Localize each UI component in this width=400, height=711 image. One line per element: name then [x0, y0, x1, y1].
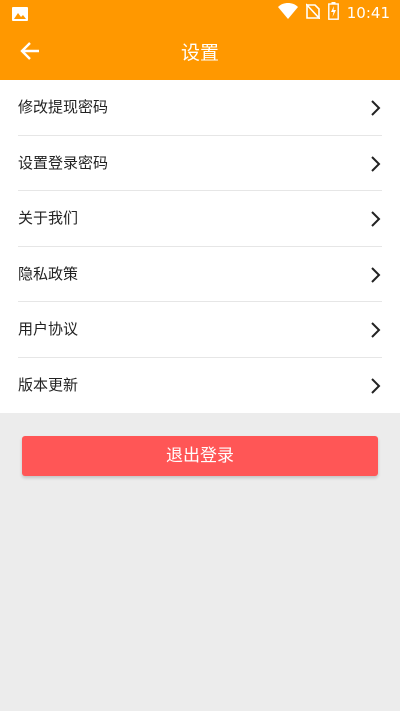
image-icon [12, 6, 28, 21]
battery-charging-icon [327, 2, 339, 24]
menu-item-label: 关于我们 [18, 209, 79, 227]
no-sim-icon [305, 3, 321, 23]
menu-item-change-withdraw-password[interactable]: 修改提现密码 [18, 80, 382, 136]
app-header: 10:41 设置 [0, 0, 400, 80]
menu-item-label: 隐私政策 [18, 264, 79, 283]
settings-menu: 修改提现密码 设置登录密码 关于我们 隐私政策 用户协议 版本更新 [0, 80, 400, 413]
chevron-right-icon [370, 320, 382, 340]
page-title: 设置 [180, 42, 219, 64]
menu-item-label: 用户协议 [18, 320, 79, 338]
chevron-right-icon [370, 376, 382, 396]
menu-item-privacy-policy[interactable]: 隐私政策 [18, 247, 382, 302]
menu-item-about-us[interactable]: 关于我们 [18, 191, 382, 247]
menu-item-label: 设置登录密码 [18, 153, 109, 172]
status-bar: 10:41 [0, 0, 400, 26]
menu-item-user-agreement[interactable]: 用户协议 [18, 302, 382, 358]
wifi-icon [277, 3, 298, 23]
chevron-right-icon [370, 98, 382, 118]
chevron-right-icon [370, 209, 382, 229]
menu-item-label: 版本更新 [18, 375, 79, 394]
menu-item-set-login-password[interactable]: 设置登录密码 [18, 136, 382, 191]
chevron-right-icon [370, 154, 382, 174]
menu-item-label: 修改提现密码 [18, 98, 109, 116]
toolbar: 设置 [0, 26, 400, 80]
status-time: 10:41 [346, 4, 390, 22]
menu-item-version-update[interactable]: 版本更新 [18, 358, 382, 414]
logout-button[interactable]: 退出登录 [22, 436, 378, 476]
chevron-right-icon [370, 265, 382, 285]
